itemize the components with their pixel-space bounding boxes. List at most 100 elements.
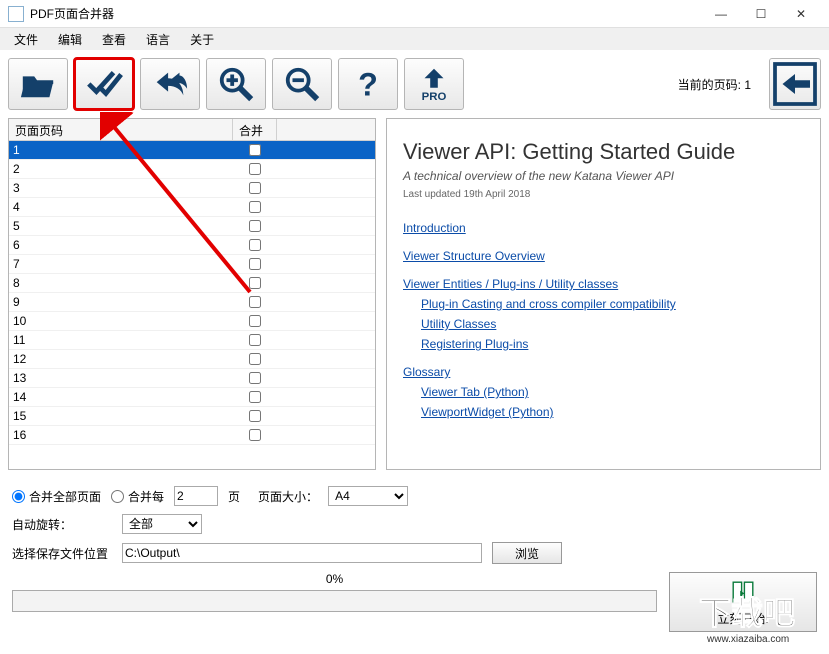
table-row[interactable]: 13 xyxy=(9,369,375,388)
row-page-number: 6 xyxy=(9,238,233,252)
row-page-number: 7 xyxy=(9,257,233,271)
row-merge-checkbox[interactable] xyxy=(249,410,261,422)
table-row[interactable]: 5 xyxy=(9,217,375,236)
row-merge-checkbox[interactable] xyxy=(249,391,261,403)
zoom-out-button[interactable] xyxy=(272,58,332,110)
table-body[interactable]: 12345678910111213141516 xyxy=(9,141,375,469)
row-merge-checkbox[interactable] xyxy=(249,372,261,384)
row-page-number: 2 xyxy=(9,162,233,176)
go-button[interactable] xyxy=(769,58,821,110)
undo-button[interactable] xyxy=(140,58,200,110)
row-merge-checkbox[interactable] xyxy=(249,315,261,327)
menu-language[interactable]: 语言 xyxy=(138,29,178,50)
menu-edit[interactable]: 编辑 xyxy=(50,29,90,50)
row-merge-checkbox[interactable] xyxy=(249,277,261,289)
merge-every-radio[interactable]: 合并每 xyxy=(111,488,164,505)
col-page-header[interactable]: 页面页码 xyxy=(9,119,233,140)
table-row[interactable]: 11 xyxy=(9,331,375,350)
table-row[interactable]: 16 xyxy=(9,426,375,445)
col-merge-header[interactable]: 合并 xyxy=(233,119,277,140)
table-row[interactable]: 9 xyxy=(9,293,375,312)
merge-every-count[interactable] xyxy=(174,486,218,506)
table-row[interactable]: 15 xyxy=(9,407,375,426)
help-button[interactable]: ? xyxy=(338,58,398,110)
row-merge-checkbox[interactable] xyxy=(249,220,261,232)
merge-every-label: 合并每 xyxy=(128,488,164,505)
browse-button[interactable]: 浏览 xyxy=(492,542,562,564)
page-list-panel: 页面页码 合并 12345678910111213141516 xyxy=(8,118,376,470)
open-button[interactable] xyxy=(8,58,68,110)
undo-icon xyxy=(151,65,189,103)
minimize-button[interactable]: — xyxy=(701,2,741,26)
preview-panel[interactable]: Viewer API: Getting Started Guide A tech… xyxy=(386,118,821,470)
table-row[interactable]: 8 xyxy=(9,274,375,293)
table-row[interactable]: 10 xyxy=(9,312,375,331)
progress-percent: 0% xyxy=(12,572,657,586)
auto-rotate-select[interactable]: 全部 xyxy=(122,514,202,534)
save-loc-row: 选择保存文件位置 浏览 xyxy=(12,542,817,564)
table-row[interactable]: 12 xyxy=(9,350,375,369)
toc-vwidget[interactable]: ViewportWidget (Python) xyxy=(421,402,804,422)
toc-util[interactable]: Utility Classes xyxy=(421,314,804,334)
row-merge-checkbox[interactable] xyxy=(249,296,261,308)
folder-open-icon xyxy=(19,65,57,103)
watermark-logo: 下载吧 www.xiazaiba.com xyxy=(659,584,829,654)
row-merge-checkbox[interactable] xyxy=(249,182,261,194)
row-merge-checkbox[interactable] xyxy=(249,239,261,251)
row-merge-checkbox[interactable] xyxy=(249,163,261,175)
close-button[interactable]: ✕ xyxy=(781,2,821,26)
row-page-number: 3 xyxy=(9,181,233,195)
row-merge-checkbox[interactable] xyxy=(249,144,261,156)
progress-container: 0% xyxy=(12,572,657,632)
titlebar: PDF页面合并器 — ☐ ✕ xyxy=(0,0,829,28)
row-merge-checkbox[interactable] xyxy=(249,429,261,441)
table-header: 页面页码 合并 xyxy=(9,119,375,141)
zoom-in-button[interactable] xyxy=(206,58,266,110)
row-page-number: 11 xyxy=(9,333,233,347)
toc-intro[interactable]: Introduction xyxy=(403,218,804,238)
check-all-button[interactable] xyxy=(74,58,134,110)
table-row[interactable]: 1 xyxy=(9,141,375,160)
doc-updated: Last updated 19th April 2018 xyxy=(403,189,804,200)
toc-reg[interactable]: Registering Plug-ins xyxy=(421,334,804,354)
merge-all-radio[interactable]: 合并全部页面 xyxy=(12,488,101,505)
row-page-number: 1 xyxy=(9,143,233,157)
menubar: 文件 编辑 查看 语言 关于 xyxy=(0,28,829,50)
pro-up-icon: PRO xyxy=(415,65,453,103)
row-page-number: 14 xyxy=(9,390,233,404)
zoom-in-icon xyxy=(217,65,255,103)
toc-struct[interactable]: Viewer Structure Overview xyxy=(403,246,804,266)
save-path-input[interactable] xyxy=(122,543,482,563)
menu-about[interactable]: 关于 xyxy=(182,29,222,50)
page-size-label: 页面大小： xyxy=(258,488,318,505)
menu-view[interactable]: 查看 xyxy=(94,29,134,50)
main-area: 页面页码 合并 12345678910111213141516 Viewer A… xyxy=(0,118,829,478)
toc-vtab[interactable]: Viewer Tab (Python) xyxy=(421,382,804,402)
table-row[interactable]: 4 xyxy=(9,198,375,217)
double-check-icon xyxy=(85,65,123,103)
row-merge-checkbox[interactable] xyxy=(249,334,261,346)
toc-casting[interactable]: Plug-in Casting and cross compiler compa… xyxy=(421,294,804,314)
toc-glossary[interactable]: Glossary xyxy=(403,362,804,382)
row-page-number: 5 xyxy=(9,219,233,233)
table-row[interactable]: 6 xyxy=(9,236,375,255)
row-merge-checkbox[interactable] xyxy=(249,201,261,213)
toc-entities[interactable]: Viewer Entities / Plug-ins / Utility cla… xyxy=(403,274,804,294)
question-icon: ? xyxy=(349,65,387,103)
pro-button[interactable]: PRO xyxy=(404,58,464,110)
row-merge-checkbox[interactable] xyxy=(249,258,261,270)
table-row[interactable]: 7 xyxy=(9,255,375,274)
table-row[interactable]: 14 xyxy=(9,388,375,407)
page-size-select[interactable]: A4 xyxy=(328,486,408,506)
doc-subtitle: A technical overview of the new Katana V… xyxy=(403,169,804,183)
toolbar: ? PRO 当前的页码: 1 xyxy=(0,50,829,118)
window-title: PDF页面合并器 xyxy=(30,5,701,22)
table-row[interactable]: 3 xyxy=(9,179,375,198)
merge-all-label: 合并全部页面 xyxy=(29,488,101,505)
menu-file[interactable]: 文件 xyxy=(6,29,46,50)
merge-options-row: 合并全部页面 合并每 页 页面大小： A4 xyxy=(12,486,817,506)
row-merge-checkbox[interactable] xyxy=(249,353,261,365)
maximize-button[interactable]: ☐ xyxy=(741,2,781,26)
table-row[interactable]: 2 xyxy=(9,160,375,179)
row-page-number: 4 xyxy=(9,200,233,214)
